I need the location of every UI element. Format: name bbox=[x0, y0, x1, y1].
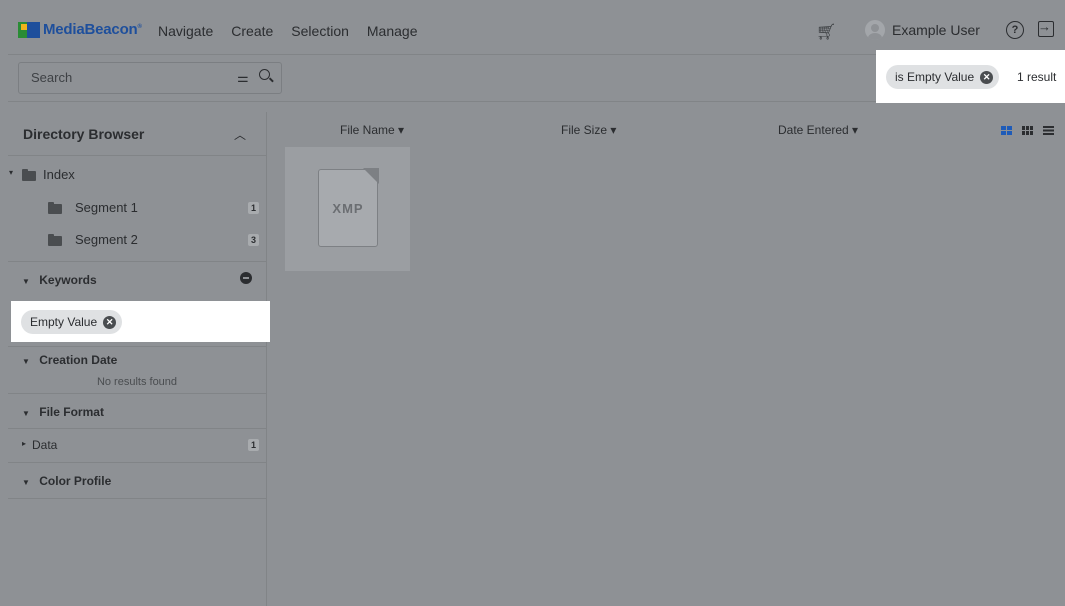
file-icon: XMP bbox=[318, 169, 378, 247]
folder-icon bbox=[48, 234, 62, 246]
keywords-section[interactable]: ▼ Keywords bbox=[8, 261, 266, 296]
active-filter-area: is Empty Value ✕ 1 result bbox=[876, 50, 1065, 103]
tree-item-label: Segment 1 bbox=[75, 200, 138, 215]
sidebar: Directory Browser ︿ ▾ Index Segment 1 1 … bbox=[8, 112, 267, 606]
count-badge: 3 bbox=[248, 234, 260, 246]
chevron-up-icon[interactable]: ︿ bbox=[234, 126, 246, 143]
user-name: Example User bbox=[892, 22, 980, 38]
caret-right-icon[interactable]: ▸ bbox=[22, 439, 26, 448]
file-format-label: File Format bbox=[39, 405, 104, 419]
top-navigation-bar: MediaBeacon ® Navigate Create Selection … bbox=[8, 9, 1065, 55]
caret-down-icon: ▼ bbox=[22, 277, 30, 286]
logo-text: MediaBeacon bbox=[43, 21, 138, 38]
remove-filter-icon[interactable] bbox=[240, 272, 252, 284]
remove-chip-icon[interactable]: ✕ bbox=[980, 70, 994, 84]
file-format-item-data[interactable]: ▸ Data 1 bbox=[8, 428, 266, 463]
active-filter-chip[interactable]: is Empty Value ✕ bbox=[886, 65, 1000, 89]
tree-item-segment-1[interactable]: Segment 1 1 bbox=[8, 192, 266, 224]
view-toggle bbox=[1001, 126, 1054, 135]
list-view-icon[interactable] bbox=[1043, 126, 1054, 135]
search-input[interactable] bbox=[29, 69, 213, 86]
remove-chip-icon[interactable]: ✕ bbox=[103, 315, 117, 329]
count-badge: 1 bbox=[248, 202, 260, 214]
keywords-label: Keywords bbox=[39, 273, 97, 287]
nav-manage[interactable]: Manage bbox=[367, 23, 418, 39]
color-profile-label: Color Profile bbox=[39, 474, 112, 488]
help-icon[interactable]: ? bbox=[1006, 21, 1024, 39]
file-type-label: XMP bbox=[332, 201, 364, 216]
caret-down-icon: ▼ bbox=[22, 357, 30, 366]
data-item-label: Data bbox=[32, 438, 58, 452]
small-grid-view-icon[interactable] bbox=[1022, 126, 1033, 135]
user-menu[interactable]: Example User bbox=[865, 20, 980, 40]
search-box: ⚌ bbox=[18, 62, 282, 94]
main-nav: Navigate Create Selection Manage bbox=[158, 23, 417, 39]
caret-down-icon[interactable]: ▾ bbox=[9, 168, 13, 177]
nav-create[interactable]: Create bbox=[231, 23, 273, 39]
cart-icon[interactable]: 🛒︎ bbox=[816, 22, 836, 42]
filter-icon[interactable]: ⚌ bbox=[237, 70, 249, 86]
folder-icon bbox=[22, 169, 36, 181]
caret-down-icon: ▼ bbox=[22, 409, 30, 418]
app-window: MediaBeacon ® Navigate Create Selection … bbox=[8, 9, 1065, 606]
color-profile-section[interactable]: ▼ Color Profile bbox=[8, 462, 266, 499]
keyword-chip[interactable]: Empty Value ✕ bbox=[21, 310, 123, 334]
keyword-chip-label: Empty Value bbox=[30, 315, 98, 329]
column-file-name[interactable]: File Name ▾ bbox=[340, 123, 404, 137]
nav-selection[interactable]: Selection bbox=[291, 23, 349, 39]
keyword-filter-area: Empty Value ✕ bbox=[11, 301, 270, 342]
tree-item-label: Index bbox=[43, 167, 75, 182]
large-grid-view-icon[interactable] bbox=[1001, 126, 1012, 135]
app-logo[interactable]: MediaBeacon ® bbox=[18, 21, 142, 38]
result-count: 1 result bbox=[1017, 70, 1057, 84]
directory-browser-header[interactable]: Directory Browser ︿ bbox=[8, 112, 266, 156]
creation-date-section[interactable]: ▼ Creation Date bbox=[8, 346, 266, 369]
filter-chip-label: is Empty Value bbox=[895, 70, 975, 84]
logout-icon[interactable] bbox=[1038, 19, 1054, 37]
logo-mark-icon bbox=[18, 21, 40, 38]
count-badge: 1 bbox=[248, 439, 260, 451]
search-icon[interactable] bbox=[259, 69, 270, 80]
column-file-size[interactable]: File Size ▾ bbox=[561, 123, 616, 137]
folder-icon bbox=[48, 202, 62, 214]
column-date-entered[interactable]: Date Entered ▾ bbox=[778, 123, 858, 137]
no-results-note: No results found bbox=[96, 376, 178, 388]
asset-tile[interactable]: XMP bbox=[285, 147, 410, 271]
creation-date-label: Creation Date bbox=[39, 353, 118, 367]
nav-navigate[interactable]: Navigate bbox=[158, 23, 213, 39]
tree-item-segment-2[interactable]: Segment 2 3 bbox=[8, 224, 266, 256]
file-format-section[interactable]: ▼ File Format bbox=[8, 393, 266, 428]
tree-item-label: Segment 2 bbox=[75, 232, 138, 247]
caret-down-icon: ▼ bbox=[22, 478, 30, 487]
tree-item-index[interactable]: ▾ Index bbox=[8, 159, 266, 191]
avatar-icon bbox=[865, 20, 885, 40]
directory-browser-title: Directory Browser bbox=[23, 126, 145, 142]
